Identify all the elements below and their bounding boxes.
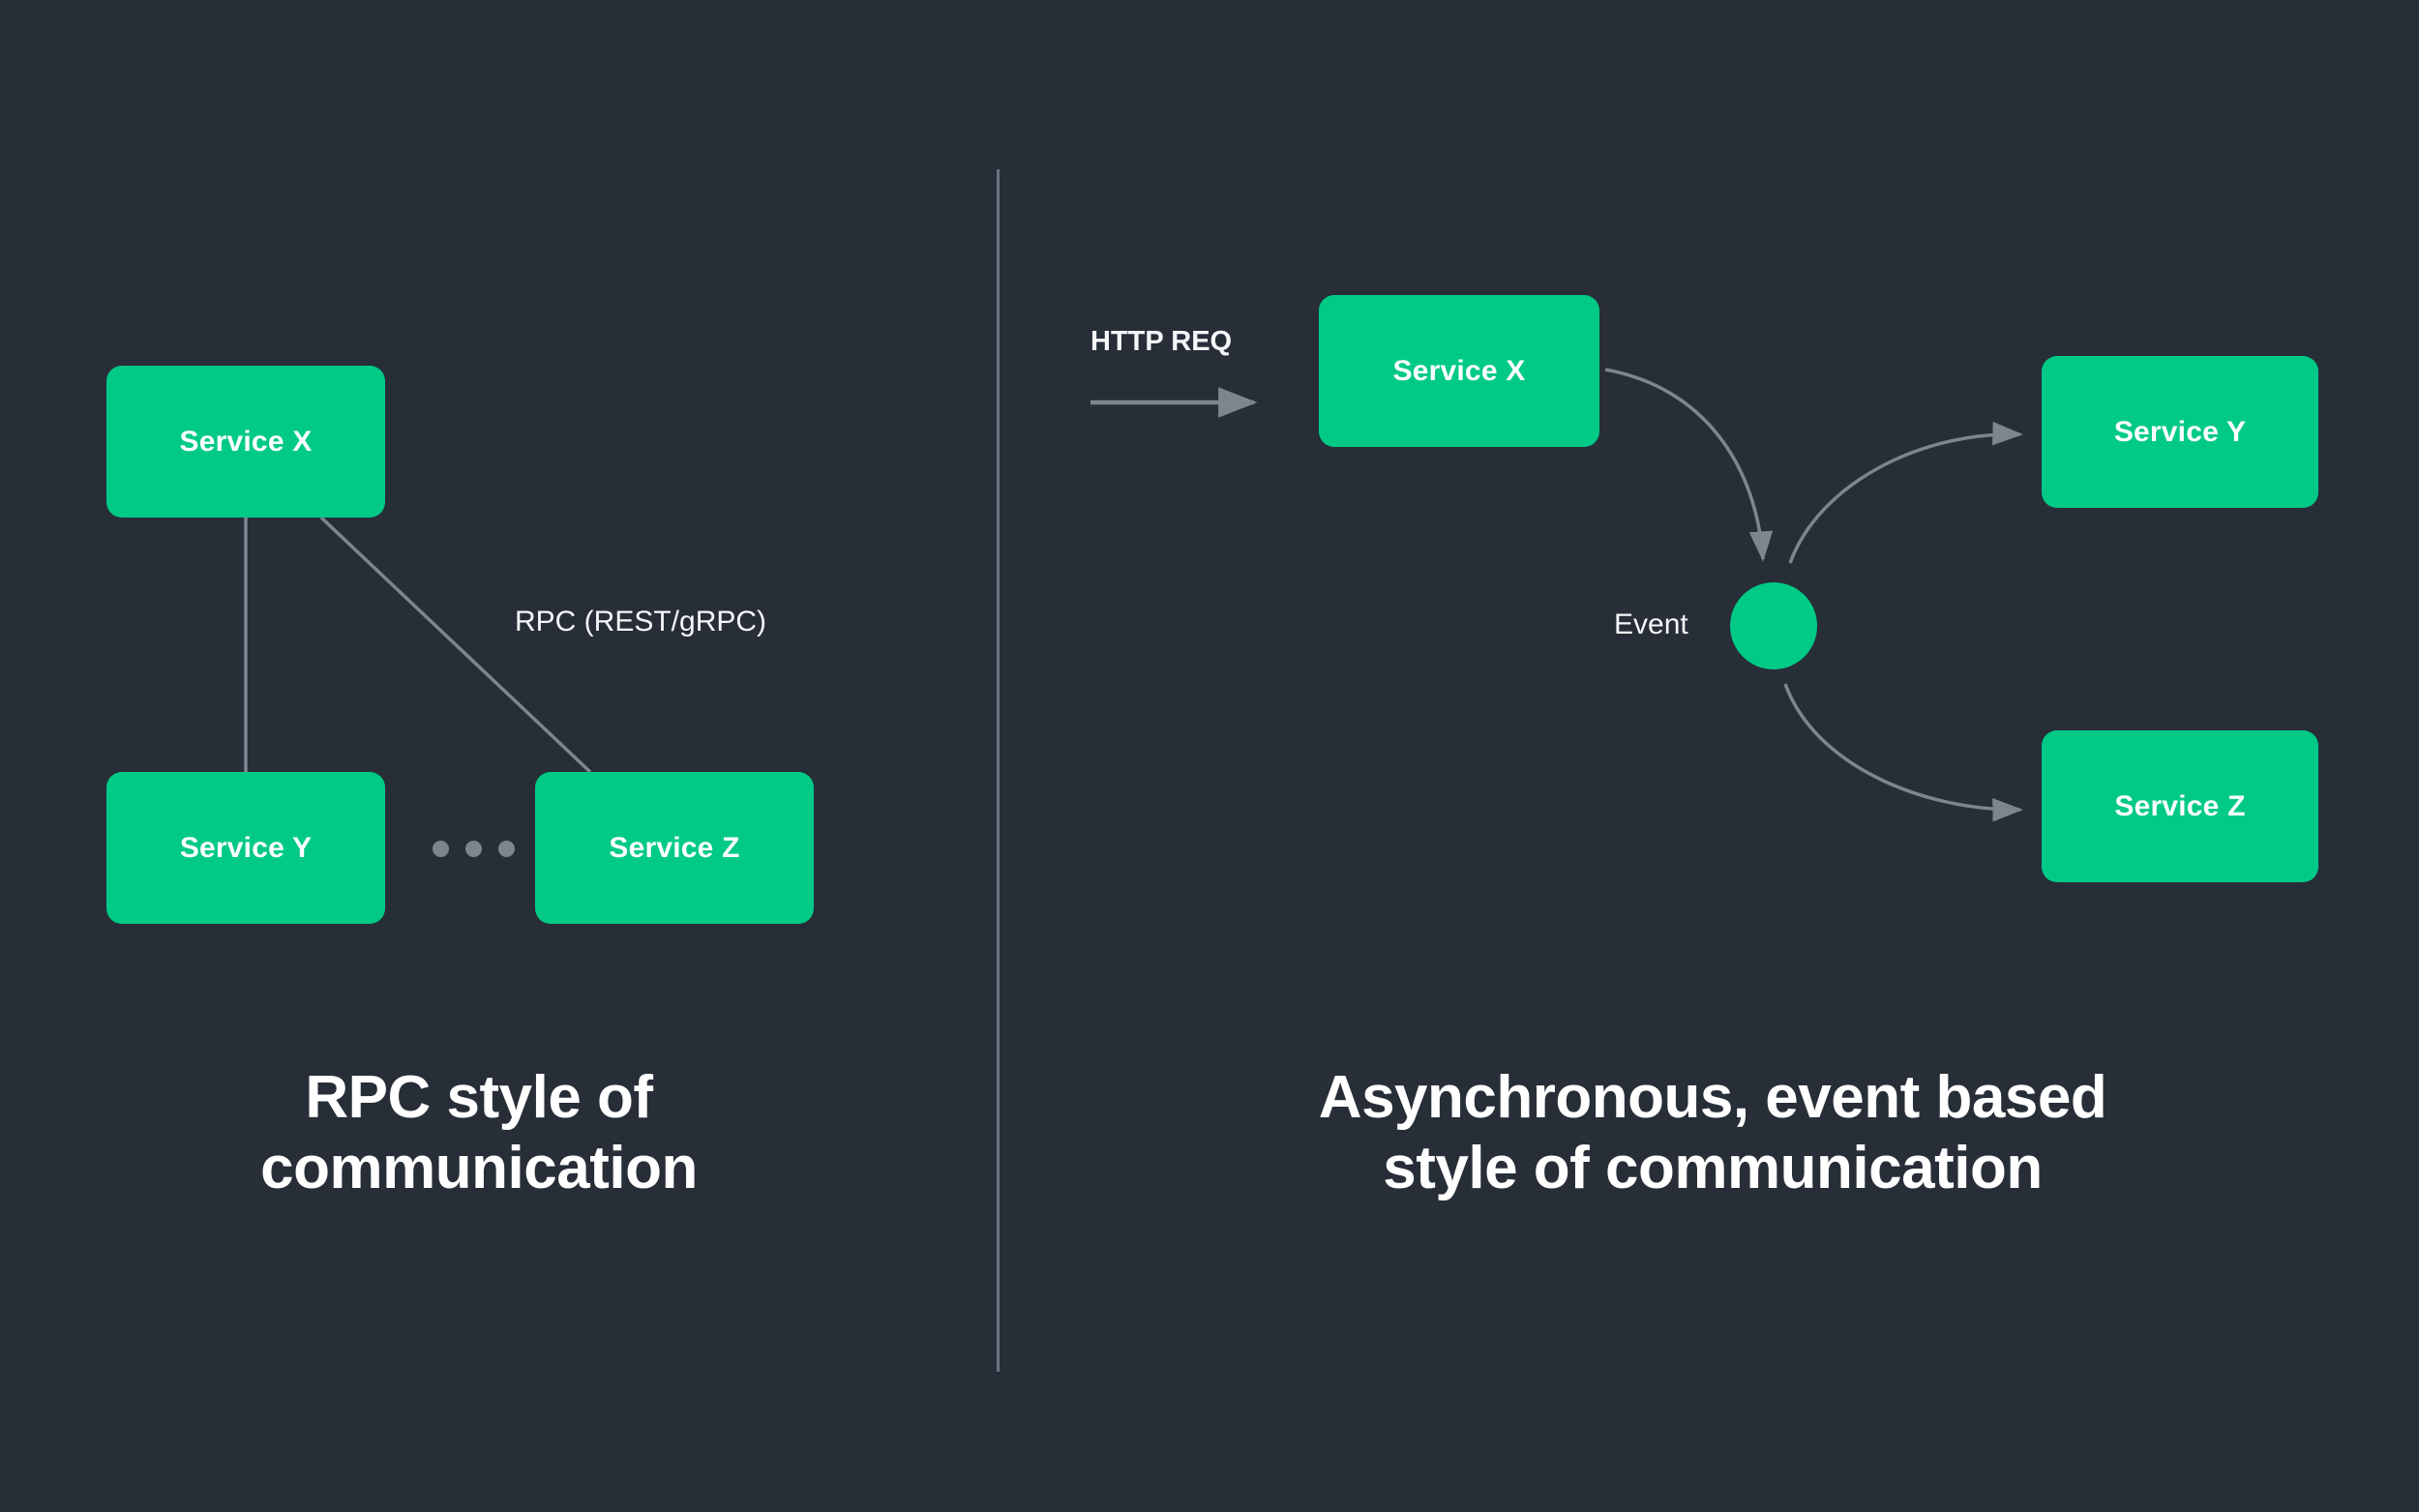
rpc-service-z-node[interactable]: Service Z (535, 772, 814, 924)
async-service-x-node[interactable]: Service X (1319, 295, 1599, 447)
rpc-service-z-label: Service Z (609, 831, 740, 864)
async-service-z-label: Service Z (2114, 789, 2246, 822)
ellipsis-dot-3 (498, 841, 515, 857)
right-caption-line1: Asynchronous, event based (1318, 1064, 2107, 1131)
async-service-y-node[interactable]: Service Y (2042, 356, 2318, 508)
event-node-label: Event (1614, 608, 1688, 640)
async-service-z-node[interactable]: Service Z (2042, 730, 2318, 882)
async-service-x-label: Service X (1392, 354, 1526, 387)
rpc-service-y-label: Service Y (179, 831, 313, 864)
left-caption-line1: RPC style of (305, 1064, 653, 1131)
edge-async-event-to-z (1783, 683, 2023, 822)
right-panel-caption: Asynchronous, event based style of commu… (1103, 1062, 2322, 1203)
ellipsis-dot-2 (465, 841, 482, 857)
edge-async-x-to-event (1604, 368, 1774, 562)
edge-rpc-x-to-z (319, 516, 592, 774)
panel-divider (997, 169, 1000, 1372)
edge-async-event-to-y (1788, 421, 2023, 564)
rpc-protocol-label: RPC (REST/gRPC) (515, 606, 767, 637)
http-req-label: HTTP REQ (1090, 326, 1233, 357)
left-panel-caption: RPC style of communication (39, 1062, 919, 1203)
async-service-y-label: Service Y (2113, 415, 2247, 448)
right-caption-line2: style of communication (1383, 1135, 2043, 1202)
rpc-service-y-node[interactable]: Service Y (106, 772, 385, 924)
left-caption-line2: communication (260, 1135, 698, 1202)
rpc-service-x-node[interactable]: Service X (106, 366, 385, 518)
event-node[interactable] (1730, 582, 1817, 669)
rpc-service-x-label: Service X (179, 425, 313, 458)
ellipsis-dot-1 (433, 841, 449, 857)
diagram-canvas: Service X Service Y Service Z RPC (REST/… (0, 0, 2419, 1512)
